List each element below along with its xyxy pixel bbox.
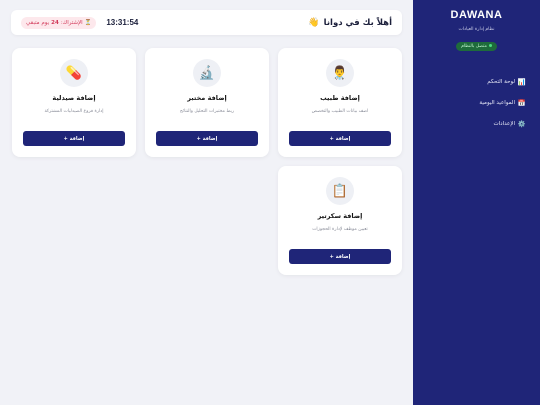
- page-title: أهلاً بك في دوانا 👋: [308, 18, 392, 28]
- doctor-icon: 👨‍⚕️: [326, 59, 354, 87]
- brand-subtitle: نظام إدارة العيادات: [458, 27, 495, 32]
- subscription-days: 24: [51, 19, 59, 26]
- subscription-badge: ⏳ الإشتراك: 24 يوم متبقي: [21, 16, 97, 29]
- chart-icon: 📊: [517, 77, 526, 86]
- sidebar-item-label: الإعدادات: [493, 120, 515, 127]
- header-info: ⏳ الإشتراك: 24 يوم متبقي 13:31:54: [21, 16, 139, 29]
- card-title: إضافة صيدلية: [52, 94, 96, 102]
- microscope-icon: 🔬: [193, 59, 221, 87]
- subscription-suffix: يوم متبقي: [26, 19, 50, 26]
- clipboard-icon: 📋: [326, 177, 354, 205]
- welcome-text: أهلاً بك في دوانا: [323, 17, 392, 28]
- sidebar-item-dashboard[interactable]: 📊 لوحة التحكم: [413, 71, 526, 92]
- status-badge: متصل بالنظام: [456, 42, 497, 51]
- card-add-doctor: 👨‍⚕️ إضافة طبيب اضف بيانات الطبيب والتخص…: [278, 48, 402, 157]
- top-bar: أهلاً بك في دوانا 👋 ⏳ الإشتراك: 24 يوم م…: [11, 10, 402, 35]
- sidebar: DAWANA نظام إدارة العيادات متصل بالنظام …: [413, 0, 540, 405]
- card-add-secretary: 📋 إضافة سكرتير تعيين موظف لإدارة الحجوزا…: [278, 166, 402, 275]
- subscription-prefix: ⏳ الإشتراك:: [60, 19, 92, 26]
- status-text: متصل بالنظام: [461, 44, 487, 49]
- card-title: إضافة سكرتير: [317, 212, 363, 220]
- card-description: ربط مختبرات التحليل والنتائج: [179, 109, 235, 114]
- clock: 13:31:54: [106, 18, 139, 27]
- pill-icon: 💊: [60, 59, 88, 87]
- add-secretary-button[interactable]: إضافة +: [289, 249, 391, 264]
- card-title: إضافة طبيب: [320, 94, 360, 102]
- online-dot-icon: [488, 44, 492, 47]
- card-description: تعيين موظف لإدارة الحجوزات: [312, 227, 368, 232]
- sidebar-item-label: لوحة التحكم: [487, 78, 515, 85]
- card-add-pharmacy: 💊 إضافة صيدلية إدارة فروع الصيدليات المش…: [12, 48, 136, 157]
- card-description: إدارة فروع الصيدليات المشتركة: [44, 109, 104, 114]
- sidebar-nav: 📊 لوحة التحكم 📅 المواعيد اليومية ⚙️ الإع…: [413, 71, 540, 134]
- card-add-lab: 🔬 إضافة مختبر ربط مختبرات التحليل والنتا…: [145, 48, 269, 157]
- gear-icon: ⚙️: [517, 119, 526, 128]
- waving-hand-icon: 👋: [308, 17, 320, 28]
- add-doctor-button[interactable]: إضافة +: [289, 131, 391, 146]
- add-pharmacy-button[interactable]: إضافة +: [23, 131, 125, 146]
- calendar-icon: 📅: [517, 98, 526, 107]
- add-lab-button[interactable]: إضافة +: [156, 131, 258, 146]
- card-title: إضافة مختبر: [187, 94, 227, 102]
- sidebar-item-appointments[interactable]: 📅 المواعيد اليومية: [413, 92, 526, 113]
- sidebar-item-label: المواعيد اليومية: [479, 99, 515, 106]
- sidebar-item-settings[interactable]: ⚙️ الإعدادات: [413, 113, 526, 134]
- brand-logo: DAWANA: [450, 9, 503, 21]
- card-description: اضف بيانات الطبيب والتخصص: [311, 109, 369, 114]
